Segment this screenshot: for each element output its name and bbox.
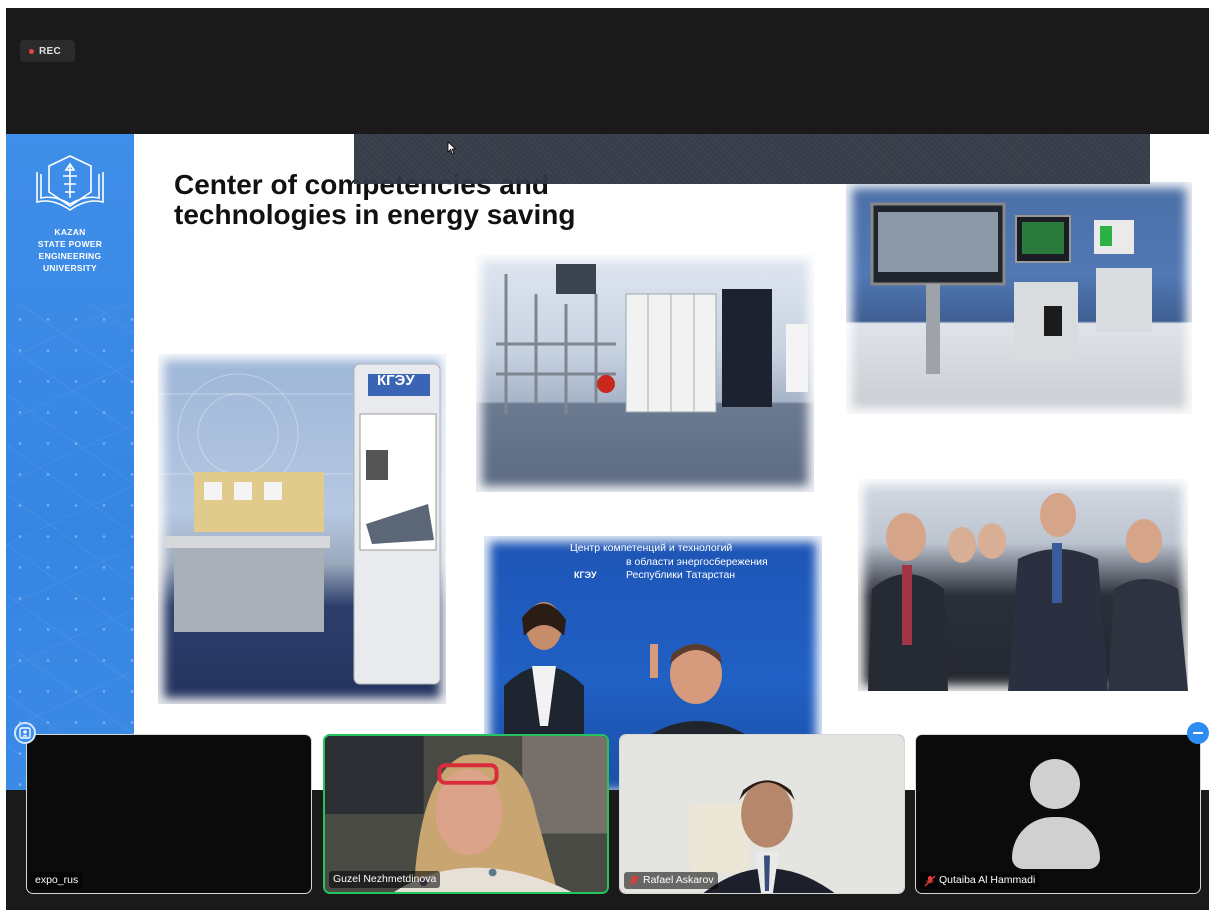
display-stands-illustration [870, 202, 1152, 374]
university-name-line: University [42, 263, 97, 273]
participant-name: Qutaiba Al Hammadi [939, 874, 1036, 886]
sidebar-dots [6, 304, 134, 794]
participant-name-label: Rafael Askarov [624, 872, 718, 889]
university-logo-icon [36, 155, 104, 211]
photo-heating-lab [476, 254, 814, 492]
shared-screen: Kazan State Power Engineering University… [6, 134, 1209, 794]
participant-name: expo_rus [35, 874, 79, 886]
university-name: Kazan State Power Engineering University [6, 226, 134, 274]
participant-name: Rafael Askarov [643, 874, 714, 886]
participant-tile[interactable]: expo_rus [26, 734, 312, 894]
participant-name-label: Qutaiba Al Hammadi [920, 872, 1040, 889]
photo-officials [858, 479, 1188, 691]
photo-display-stands [846, 182, 1192, 414]
slide-sidebar: Kazan State Power Engineering University [6, 134, 134, 794]
heating-equipment-illustration [496, 264, 808, 414]
kiosk-brand: КГЭУ [377, 372, 415, 389]
participant-name: Guzel Nezhmetdinova [333, 873, 437, 885]
mic-off-icon [924, 875, 936, 886]
minus-circle-icon [1193, 732, 1203, 734]
photo-info-kiosk: КГЭУ [158, 354, 446, 704]
participant-name-label: Guzel Nezhmetdinova [329, 871, 441, 888]
participant-name-label: expo_rus [31, 872, 83, 889]
mouse-pointer-icon [447, 141, 457, 155]
participant-tile[interactable]: Qutaiba Al Hammadi [915, 734, 1201, 894]
record-dot-icon [29, 48, 34, 54]
avatar-head-icon [1030, 759, 1080, 809]
participant-tile[interactable]: Rafael Askarov [619, 734, 905, 894]
university-name-line: Engineering [38, 251, 102, 261]
officials-illustration [868, 493, 1188, 691]
recording-indicator: REC [20, 40, 75, 62]
share-toolbar-overlay [354, 134, 1150, 184]
university-name-line: State Power [37, 239, 103, 249]
slide-title-line: technologies in energy saving [174, 199, 576, 230]
gallery-view-toggle-button[interactable] [14, 722, 36, 744]
kiosk-illustration [158, 363, 441, 685]
meeting-window: REC Kazan State Power Engineeri [6, 8, 1209, 910]
participant-video [325, 736, 607, 892]
minimize-gallery-button[interactable] [1187, 722, 1209, 744]
mic-off-icon [628, 875, 640, 886]
participant-tile-active-speaker[interactable]: Guzel Nezhmetdinova [323, 734, 609, 894]
university-name-line: Kazan [54, 227, 86, 237]
avatar-body-icon [1012, 817, 1100, 869]
participant-video [620, 735, 904, 893]
recording-label: REC [39, 45, 62, 57]
person-square-icon [19, 727, 31, 739]
